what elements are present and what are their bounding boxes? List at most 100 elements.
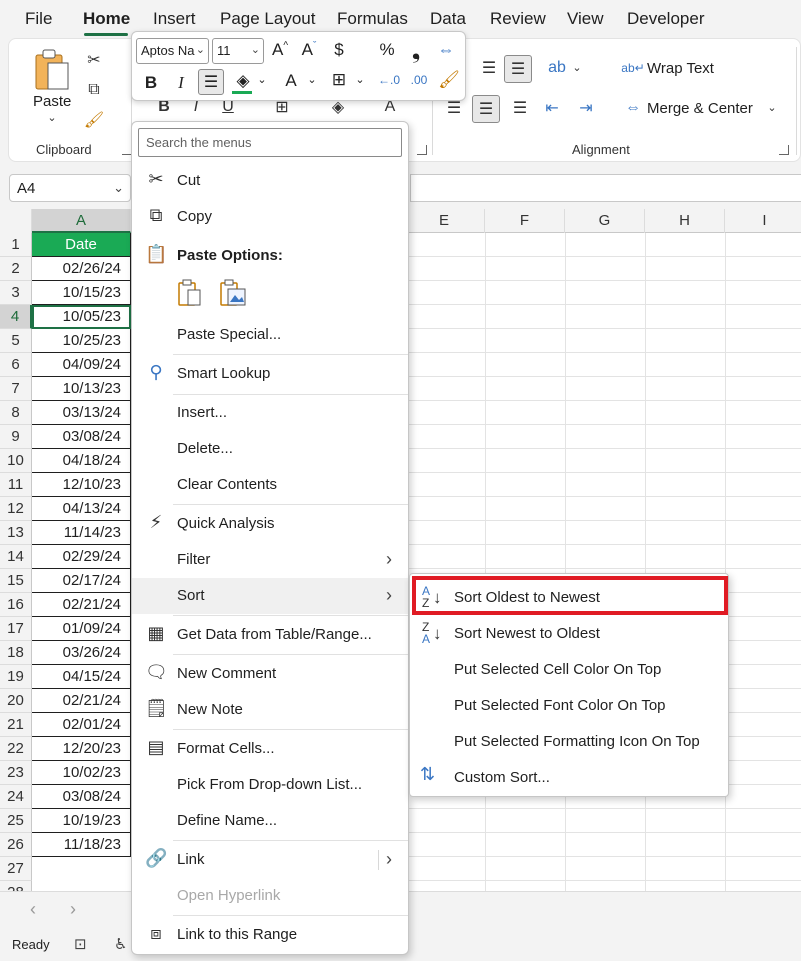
- cut-icon[interactable]: ✂: [83, 49, 105, 71]
- menu-item-link[interactable]: 🔗 Link ›: [132, 842, 408, 878]
- date-cell[interactable]: 04/13/24: [32, 497, 131, 521]
- name-box[interactable]: A4 ⌄: [9, 174, 131, 202]
- accessibility-icon[interactable]: ♿: [114, 935, 127, 953]
- chevron-down-icon[interactable]: ⌄: [196, 43, 205, 56]
- menu-item-font-color-top[interactable]: Put Selected Font Color On Top: [410, 687, 728, 723]
- font-launcher-icon[interactable]: [417, 145, 427, 155]
- italic-button[interactable]: I: [172, 73, 190, 93]
- menu-item-link-range[interactable]: ⧈ Link to this Range: [132, 917, 408, 953]
- date-cell[interactable]: 10/25/23: [32, 329, 131, 353]
- row-header[interactable]: 6: [0, 353, 32, 377]
- column-header-h[interactable]: H: [645, 209, 725, 233]
- menu-item-clear-contents[interactable]: Clear Contents: [132, 467, 408, 503]
- row-header[interactable]: 22: [0, 737, 32, 761]
- font-size-dropdown[interactable]: 11 ⌄: [212, 38, 264, 64]
- row-header[interactable]: 8: [0, 401, 32, 425]
- align-center-button[interactable]: ☰: [472, 95, 500, 123]
- currency-icon[interactable]: $: [328, 40, 350, 60]
- chevron-down-icon[interactable]: ⌄: [354, 73, 366, 86]
- menu-item-cut[interactable]: ✂ Cut: [132, 163, 408, 199]
- row-header[interactable]: 27: [0, 857, 32, 881]
- wrap-icon[interactable]: ⇔: [434, 40, 458, 60]
- increase-indent-icon[interactable]: ⇥: [575, 97, 597, 119]
- chevron-right-icon[interactable]: ›: [386, 849, 392, 870]
- wrap-text-button[interactable]: Wrap Text: [647, 60, 714, 77]
- row-header[interactable]: 11: [0, 473, 32, 497]
- paste-icon[interactable]: [33, 47, 73, 93]
- date-cell[interactable]: 03/08/24: [32, 425, 131, 449]
- bold-button[interactable]: B: [142, 73, 160, 93]
- row-header[interactable]: 15: [0, 569, 32, 593]
- paste-button[interactable]: Paste: [33, 93, 71, 110]
- menu-item-format-cells[interactable]: ▤ Format Cells...: [132, 731, 408, 767]
- paste-picture-icon[interactable]: [219, 278, 247, 308]
- row-header[interactable]: 2: [0, 257, 32, 281]
- row-header[interactable]: 10: [0, 449, 32, 473]
- chevron-down-icon[interactable]: ⌄: [113, 180, 124, 196]
- font-name-dropdown[interactable]: Aptos Na ⌄: [136, 38, 209, 64]
- menu-item-copy[interactable]: ⧉ Copy: [132, 199, 408, 235]
- row-header[interactable]: 17: [0, 617, 32, 641]
- date-cell[interactable]: 03/26/24: [32, 641, 131, 665]
- menu-item-new-comment[interactable]: 🗨 New Comment: [132, 656, 408, 692]
- row-header[interactable]: 23: [0, 761, 32, 785]
- tab-file[interactable]: File: [25, 9, 52, 29]
- tab-review[interactable]: Review: [490, 9, 546, 29]
- column-header-g[interactable]: G: [565, 209, 645, 233]
- date-cell[interactable]: 04/15/24: [32, 665, 131, 689]
- row-header[interactable]: 25: [0, 809, 32, 833]
- active-cell[interactable]: 10/05/23: [32, 305, 131, 329]
- row-header[interactable]: 13: [0, 521, 32, 545]
- menu-item-new-note[interactable]: 🗒 New Note: [132, 692, 408, 728]
- chevron-down-icon[interactable]: ⌄: [571, 61, 583, 74]
- column-header-i[interactable]: I: [725, 209, 801, 233]
- header-cell[interactable]: Date: [32, 233, 131, 257]
- column-header-a[interactable]: A: [32, 209, 131, 233]
- row-header[interactable]: 9: [0, 425, 32, 449]
- chevron-right-icon[interactable]: ›: [70, 899, 76, 920]
- date-cell[interactable]: 02/01/24: [32, 713, 131, 737]
- tab-developer[interactable]: Developer: [627, 9, 705, 29]
- menu-item-get-data[interactable]: ▦ Get Data from Table/Range...: [132, 617, 408, 653]
- date-cell[interactable]: 02/26/24: [32, 257, 131, 281]
- align-right-icon[interactable]: ☰: [509, 97, 531, 119]
- wrap-text-icon[interactable]: ab↵: [621, 57, 645, 79]
- menu-search-input[interactable]: Search the menus: [138, 128, 402, 157]
- formula-input[interactable]: [410, 174, 801, 202]
- date-cell[interactable]: 10/13/23: [32, 377, 131, 401]
- menu-item-sort[interactable]: Sort ›: [132, 578, 408, 614]
- date-cell[interactable]: 11/14/23: [32, 521, 131, 545]
- menu-item-sort-newest-oldest[interactable]: Z A ↓ Sort Newest to Oldest: [410, 615, 728, 651]
- row-header[interactable]: 18: [0, 641, 32, 665]
- select-all-corner[interactable]: [0, 209, 32, 233]
- format-painter-icon[interactable]: 🖌: [438, 70, 460, 90]
- date-cell[interactable]: 10/15/23: [32, 281, 131, 305]
- tab-formulas[interactable]: Formulas: [337, 9, 408, 29]
- menu-item-define-name[interactable]: Define Name...: [132, 803, 408, 839]
- date-cell[interactable]: 10/19/23: [32, 809, 131, 833]
- date-cell[interactable]: 02/21/24: [32, 689, 131, 713]
- fill-color-icon[interactable]: ◈: [232, 71, 254, 91]
- merge-center-icon[interactable]: ⇔: [621, 97, 645, 119]
- row-header[interactable]: 16: [0, 593, 32, 617]
- date-cell[interactable]: 12/20/23: [32, 737, 131, 761]
- chevron-down-icon[interactable]: ⌄: [766, 101, 778, 114]
- menu-item-custom-sort[interactable]: ⇅ Custom Sort...: [410, 759, 728, 795]
- date-cell[interactable]: 02/29/24: [32, 545, 131, 569]
- date-cell[interactable]: 03/08/24: [32, 785, 131, 809]
- merge-center-button[interactable]: Merge & Center: [647, 100, 753, 117]
- row-header[interactable]: 3: [0, 281, 32, 305]
- paste-default-icon[interactable]: [177, 278, 203, 308]
- row-header[interactable]: 28: [0, 881, 32, 891]
- row-header[interactable]: 24: [0, 785, 32, 809]
- menu-item-delete[interactable]: Delete...: [132, 431, 408, 467]
- row-header[interactable]: 26: [0, 833, 32, 857]
- decrease-font-size-icon[interactable]: Aˇ: [298, 40, 320, 60]
- date-cell[interactable]: 04/18/24: [32, 449, 131, 473]
- borders-icon[interactable]: ⊞: [328, 70, 350, 90]
- date-cell[interactable]: 02/21/24: [32, 593, 131, 617]
- orientation-icon[interactable]: ab: [545, 57, 569, 79]
- row-header[interactable]: 4: [0, 305, 32, 329]
- menu-item-sort-oldest-newest[interactable]: A Z ↓ Sort Oldest to Newest: [410, 579, 728, 615]
- alignment-launcher-icon[interactable]: [779, 145, 789, 155]
